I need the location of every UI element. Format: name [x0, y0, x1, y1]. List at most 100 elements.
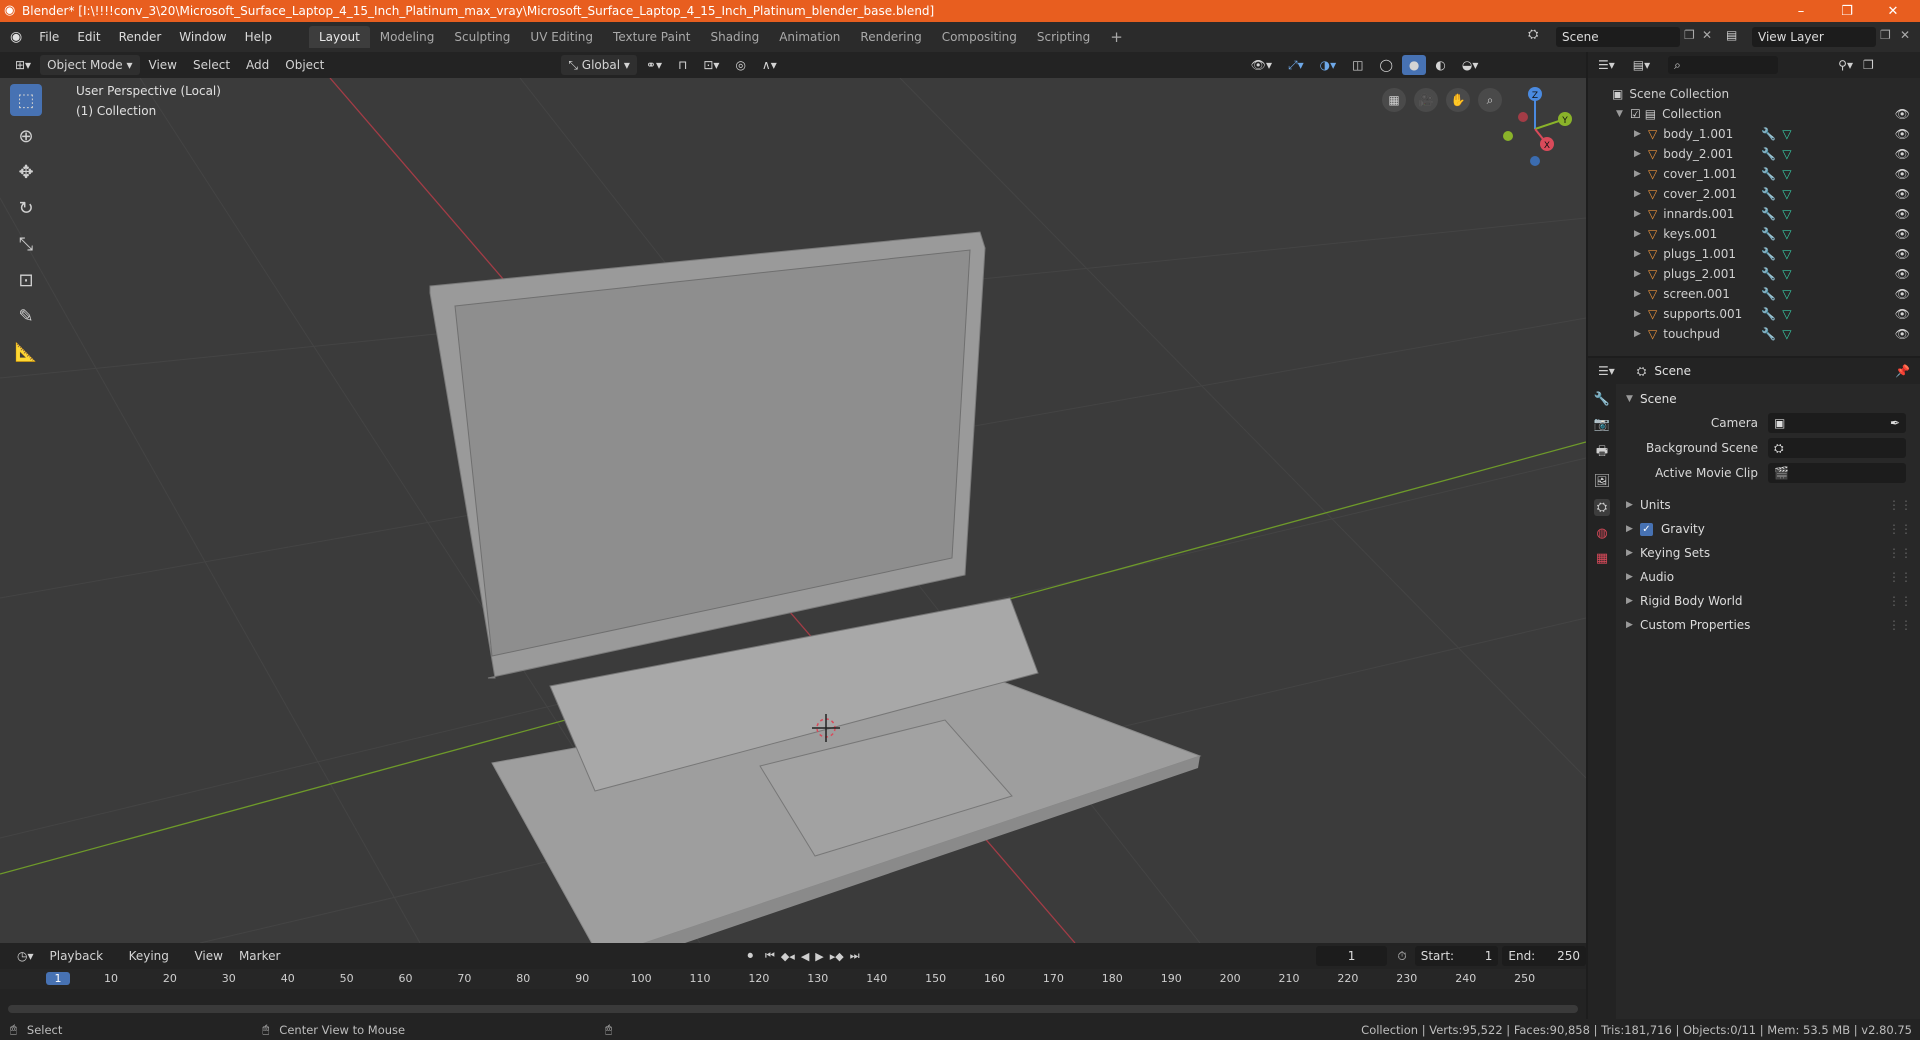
start-frame-field[interactable]: Start: 1	[1414, 946, 1499, 966]
tab-rendering[interactable]: Rendering	[850, 26, 931, 48]
drag-handle-icon[interactable]: ⋮⋮	[1888, 618, 1912, 632]
expand-arrow-icon[interactable]: ▶	[1634, 149, 1648, 159]
solid-shading-icon[interactable]: ●	[1401, 55, 1427, 75]
mesh-data-icon[interactable]: ▽	[1782, 287, 1791, 301]
add-workspace-button[interactable]: +	[1100, 26, 1133, 48]
menu-view[interactable]: View	[142, 55, 184, 75]
eye-icon[interactable]: 👁	[1895, 327, 1910, 341]
menu-help[interactable]: Help	[236, 30, 281, 44]
record-icon[interactable]: ⏺	[747, 949, 753, 963]
modifier-wrench-icon[interactable]: 🔧	[1761, 247, 1776, 261]
collection-checkbox-icon[interactable]: ☑	[1630, 107, 1641, 121]
collapse-arrow-icon[interactable]: ▶	[1626, 500, 1640, 510]
collapse-arrow-icon[interactable]: ▶	[1626, 572, 1640, 582]
timeline-scrollbar[interactable]	[8, 1005, 1578, 1013]
mesh-data-icon[interactable]: ▽	[1782, 247, 1791, 261]
outliner-object-row[interactable]: ▶ ▽ innards.001 🔧 ▽ 👁	[1588, 204, 1920, 224]
outliner-object-row[interactable]: ▶ ▽ keys.001 🔧 ▽ 👁	[1588, 224, 1920, 244]
menu-marker[interactable]: Marker	[232, 946, 287, 966]
menu-edit[interactable]: Edit	[68, 30, 109, 44]
remove-scene-icon[interactable]: ✕	[1702, 28, 1712, 42]
blender-menu-icon[interactable]: ◉	[10, 29, 22, 45]
modifier-wrench-icon[interactable]: 🔧	[1761, 147, 1776, 161]
display-mode-icon[interactable]: ▤▾	[1633, 58, 1650, 72]
expand-arrow-icon[interactable]: ▶	[1634, 269, 1648, 279]
output-tab-icon[interactable]: 🖶	[1596, 442, 1608, 464]
modifier-wrench-icon[interactable]: 🔧	[1761, 307, 1776, 321]
mesh-data-icon[interactable]: ▽	[1782, 307, 1791, 321]
collapse-arrow-icon[interactable]: ▶	[1626, 524, 1640, 534]
rendered-shading-icon[interactable]: ◒▾	[1455, 55, 1486, 75]
end-frame-field[interactable]: End: 250	[1502, 946, 1587, 966]
subpanel-header[interactable]: ▶ Rigid Body World ⋮⋮	[1618, 589, 1918, 613]
subpanel-header[interactable]: ▶ Custom Properties ⋮⋮	[1618, 613, 1918, 637]
select-box-tool-icon[interactable]: ⬚	[10, 84, 42, 116]
expand-arrow-icon[interactable]: ▶	[1634, 189, 1648, 199]
new-view-layer-icon[interactable]: ❐	[1880, 28, 1891, 42]
tab-compositing[interactable]: Compositing	[932, 26, 1027, 48]
expand-arrow-icon[interactable]: ▶	[1634, 329, 1648, 339]
eye-icon[interactable]: 👁	[1895, 167, 1910, 181]
menu-object[interactable]: Object	[278, 55, 331, 75]
expand-arrow-icon[interactable]: ▶	[1634, 249, 1648, 259]
outliner-object-row[interactable]: ▶ ▽ touchpud 🔧 ▽ 👁	[1588, 324, 1920, 344]
modifier-wrench-icon[interactable]: 🔧	[1761, 327, 1776, 341]
perspective-toggle-icon[interactable]: ▦	[1382, 88, 1406, 112]
collapse-arrow-icon[interactable]: ▶	[1626, 620, 1640, 630]
move-tool-icon[interactable]: ✥	[10, 156, 42, 188]
modifier-wrench-icon[interactable]: 🔧	[1761, 167, 1776, 181]
collection-row[interactable]: ▼ ☑ ▤ Collection 👁	[1588, 104, 1920, 124]
maximize-button[interactable]: ❐	[1824, 0, 1870, 22]
modifier-wrench-icon[interactable]: 🔧	[1761, 127, 1776, 141]
material-shading-icon[interactable]: ◐	[1428, 55, 1452, 75]
properties-editor-type-icon[interactable]: ☰▾	[1598, 364, 1615, 378]
menu-add[interactable]: Add	[239, 55, 276, 75]
eye-icon[interactable]: 👁	[1895, 147, 1910, 161]
play-icon[interactable]: ▶	[815, 950, 823, 963]
object-mode-dropdown[interactable]: Object Mode ▾	[40, 55, 140, 75]
jump-start-icon[interactable]: ⏮	[765, 949, 775, 963]
view-layer-selector[interactable]: View Layer	[1752, 27, 1876, 47]
drag-handle-icon[interactable]: ⋮⋮	[1888, 546, 1912, 560]
visibility-icon[interactable]: 👁▾	[1244, 55, 1279, 75]
mesh-data-icon[interactable]: ▽	[1782, 207, 1791, 221]
property-value-field[interactable]: 🎬	[1768, 462, 1906, 483]
remove-view-layer-icon[interactable]: ✕	[1900, 28, 1910, 42]
eye-icon[interactable]: 👁	[1895, 127, 1910, 141]
scene-tab-icon[interactable]: ⛭	[1593, 499, 1611, 516]
drag-handle-icon[interactable]: ⋮⋮	[1888, 498, 1912, 512]
outliner-search-input[interactable]: ⌕	[1668, 56, 1779, 74]
mesh-data-icon[interactable]: ▽	[1782, 327, 1791, 341]
tab-animation[interactable]: Animation	[769, 26, 850, 48]
outliner-object-row[interactable]: ▶ ▽ plugs_1.001 🔧 ▽ 👁	[1588, 244, 1920, 264]
transform-orientation-dropdown[interactable]: ⤡ Global ▾	[561, 55, 637, 75]
tab-uv-editing[interactable]: UV Editing	[520, 26, 603, 48]
mesh-data-icon[interactable]: ▽	[1782, 227, 1791, 241]
expand-arrow-icon[interactable]: ▶	[1634, 309, 1648, 319]
outliner-object-row[interactable]: ▶ ▽ body_1.001 🔧 ▽ 👁	[1588, 124, 1920, 144]
overlay-icon[interactable]: ◑▾	[1313, 55, 1344, 75]
expand-arrow-icon[interactable]: ▼	[1616, 109, 1630, 119]
outliner-object-row[interactable]: ▶ ▽ plugs_2.001 🔧 ▽ 👁	[1588, 264, 1920, 284]
jump-keyframe-back-icon[interactable]: ◆◂	[781, 950, 795, 963]
expand-arrow-icon[interactable]: ▶	[1634, 169, 1648, 179]
mesh-data-icon[interactable]: ▽	[1782, 167, 1791, 181]
outliner-object-row[interactable]: ▶ ▽ screen.001 🔧 ▽ 👁	[1588, 284, 1920, 304]
cursor-tool-icon[interactable]: ⊕	[10, 120, 42, 152]
collapse-arrow-icon[interactable]: ▼	[1626, 394, 1640, 404]
navigation-gizmo[interactable]: Z Y X	[1490, 84, 1580, 174]
3d-viewport[interactable]: User Perspective (Local) (1) Collection …	[0, 78, 1586, 943]
property-value-field[interactable]: ⛭	[1768, 437, 1906, 458]
new-collection-icon[interactable]: ❐	[1863, 58, 1874, 72]
tab-sculpting[interactable]: Sculpting	[444, 26, 520, 48]
texture-tab-icon[interactable]: ▦	[1596, 551, 1608, 566]
outliner-object-row[interactable]: ▶ ▽ cover_1.001 🔧 ▽ 👁	[1588, 164, 1920, 184]
subpanel-header[interactable]: ▶ Audio ⋮⋮	[1618, 565, 1918, 589]
outliner-editor-type-icon[interactable]: ☰▾	[1598, 58, 1615, 72]
collapse-arrow-icon[interactable]: ▶	[1626, 596, 1640, 606]
new-scene-icon[interactable]: ❐	[1684, 28, 1695, 42]
eye-icon[interactable]: 👁	[1895, 107, 1910, 121]
play-reverse-icon[interactable]: ◀	[801, 950, 809, 963]
scene-section-header[interactable]: ▼ Scene	[1618, 388, 1918, 410]
menu-timeline-view[interactable]: View	[187, 946, 229, 966]
